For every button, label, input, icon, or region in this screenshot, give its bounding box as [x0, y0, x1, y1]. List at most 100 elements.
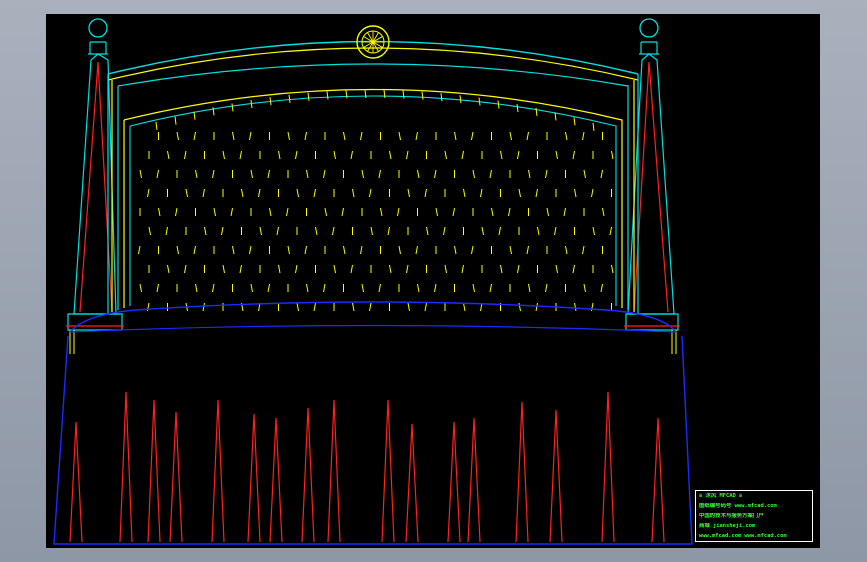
- tuft-mark: [471, 245, 474, 255]
- tuft-mark: [592, 122, 595, 131]
- tuft-mark: [193, 131, 196, 141]
- tuft-mark: [582, 131, 585, 141]
- tuft-mark: [288, 94, 291, 103]
- tuft-mark: [583, 283, 586, 293]
- tuft-mark: [463, 302, 466, 312]
- tuft-mark: [139, 283, 142, 293]
- bedspread-pleats: [69, 391, 665, 543]
- tuft-mark: [443, 226, 446, 236]
- tuft-mark: [592, 226, 595, 236]
- tuft-mark: [250, 100, 253, 109]
- tuft-mark: [202, 302, 205, 312]
- tuft-mark: [304, 131, 307, 141]
- pleat: [247, 413, 261, 543]
- tuft-mark: [138, 245, 141, 255]
- tuft-mark: [555, 150, 558, 160]
- tuft-mark: [341, 207, 344, 217]
- tuft-mark: [509, 131, 512, 141]
- tuft-mark: [565, 131, 568, 141]
- tuft-mark: [497, 100, 500, 109]
- tuft-mark: [364, 89, 367, 99]
- tuft-mark: [415, 245, 418, 255]
- pleat: [601, 391, 615, 543]
- tuft-mark: [156, 283, 159, 293]
- tuft-mark: [600, 169, 603, 179]
- tuft-mark: [184, 150, 187, 160]
- tuft-mark: [509, 245, 512, 255]
- tuft-mark: [324, 207, 327, 217]
- tuft-mark: [167, 264, 170, 274]
- tuft-mark: [313, 188, 316, 198]
- tuft-mark: [175, 207, 178, 217]
- tuft-mark: [461, 150, 464, 160]
- tuft-mark: [421, 91, 424, 100]
- tuft-mark: [306, 169, 309, 179]
- tuft-mark: [278, 150, 281, 160]
- tuft-mark: [398, 131, 401, 141]
- tuft-mark: [212, 283, 215, 293]
- tuft-mark: [222, 150, 225, 160]
- tuft-mark: [361, 169, 364, 179]
- headboard-frame: [107, 40, 639, 314]
- tuft-mark: [545, 283, 548, 293]
- tuft-mark: [296, 188, 299, 198]
- tuft-mark: [461, 264, 464, 274]
- tuft-mark: [241, 188, 244, 198]
- pleat: [211, 399, 225, 543]
- tuft-mark: [296, 302, 299, 312]
- tuft-mark: [402, 90, 405, 99]
- pleat: [69, 421, 83, 543]
- tuft-mark: [350, 264, 353, 274]
- tuft-mark: [516, 103, 519, 113]
- pleat: [269, 417, 283, 543]
- tuft-mark: [147, 188, 150, 198]
- tuft-mark: [287, 245, 290, 255]
- stamp-line-2: 图纸编号码号 www.mfcad.com: [699, 503, 777, 509]
- tuft-mark: [407, 302, 410, 312]
- tuft-mark: [600, 283, 603, 293]
- tuft-mark: [582, 245, 585, 255]
- tuft-mark: [426, 226, 429, 236]
- tuft-mark: [565, 245, 568, 255]
- tuft-mark: [204, 226, 207, 236]
- tuft-mark: [555, 264, 558, 274]
- tuft-mark: [343, 245, 346, 255]
- tuft-mark: [212, 169, 215, 179]
- tuft-mark: [167, 150, 170, 160]
- tuft-mark: [258, 188, 261, 198]
- tuft-mark: [361, 283, 364, 293]
- tuft-mark: [472, 169, 475, 179]
- tuft-mark: [609, 226, 612, 236]
- tuft-mark: [435, 207, 438, 217]
- tuft-mark: [518, 188, 521, 198]
- tuft-mark: [239, 264, 242, 274]
- tuft-mark: [323, 169, 326, 179]
- tuft-mark: [508, 207, 511, 217]
- tuft-mark: [250, 283, 253, 293]
- tuft-mark: [195, 283, 198, 293]
- tuft-mark: [202, 188, 205, 198]
- tuft-mark: [323, 283, 326, 293]
- stamp-line-4: 商城 jiansheji.com: [699, 523, 756, 529]
- tuft-mark: [537, 226, 540, 236]
- tuft-mark: [452, 207, 455, 217]
- tuft-mark: [545, 169, 548, 179]
- headboard-drawing: [53, 18, 693, 545]
- tuft-mark: [434, 283, 437, 293]
- tuft-mark: [611, 264, 614, 274]
- tuft-mark: [139, 169, 142, 179]
- tuft-mark: [158, 207, 161, 217]
- tuft-mark: [232, 245, 235, 255]
- tuft-mark: [345, 90, 348, 99]
- tuft-mark: [267, 283, 270, 293]
- tuft-mark: [326, 91, 329, 100]
- tuft-mark: [267, 169, 270, 179]
- tuft-mark: [269, 97, 272, 106]
- tuft-mark: [193, 111, 196, 120]
- pleat: [651, 417, 665, 543]
- tuft-mark: [546, 207, 549, 217]
- tuft-mark: [526, 245, 529, 255]
- tuft-mark: [156, 169, 159, 179]
- tuft-mark: [222, 264, 225, 274]
- tuft-mark: [176, 245, 179, 255]
